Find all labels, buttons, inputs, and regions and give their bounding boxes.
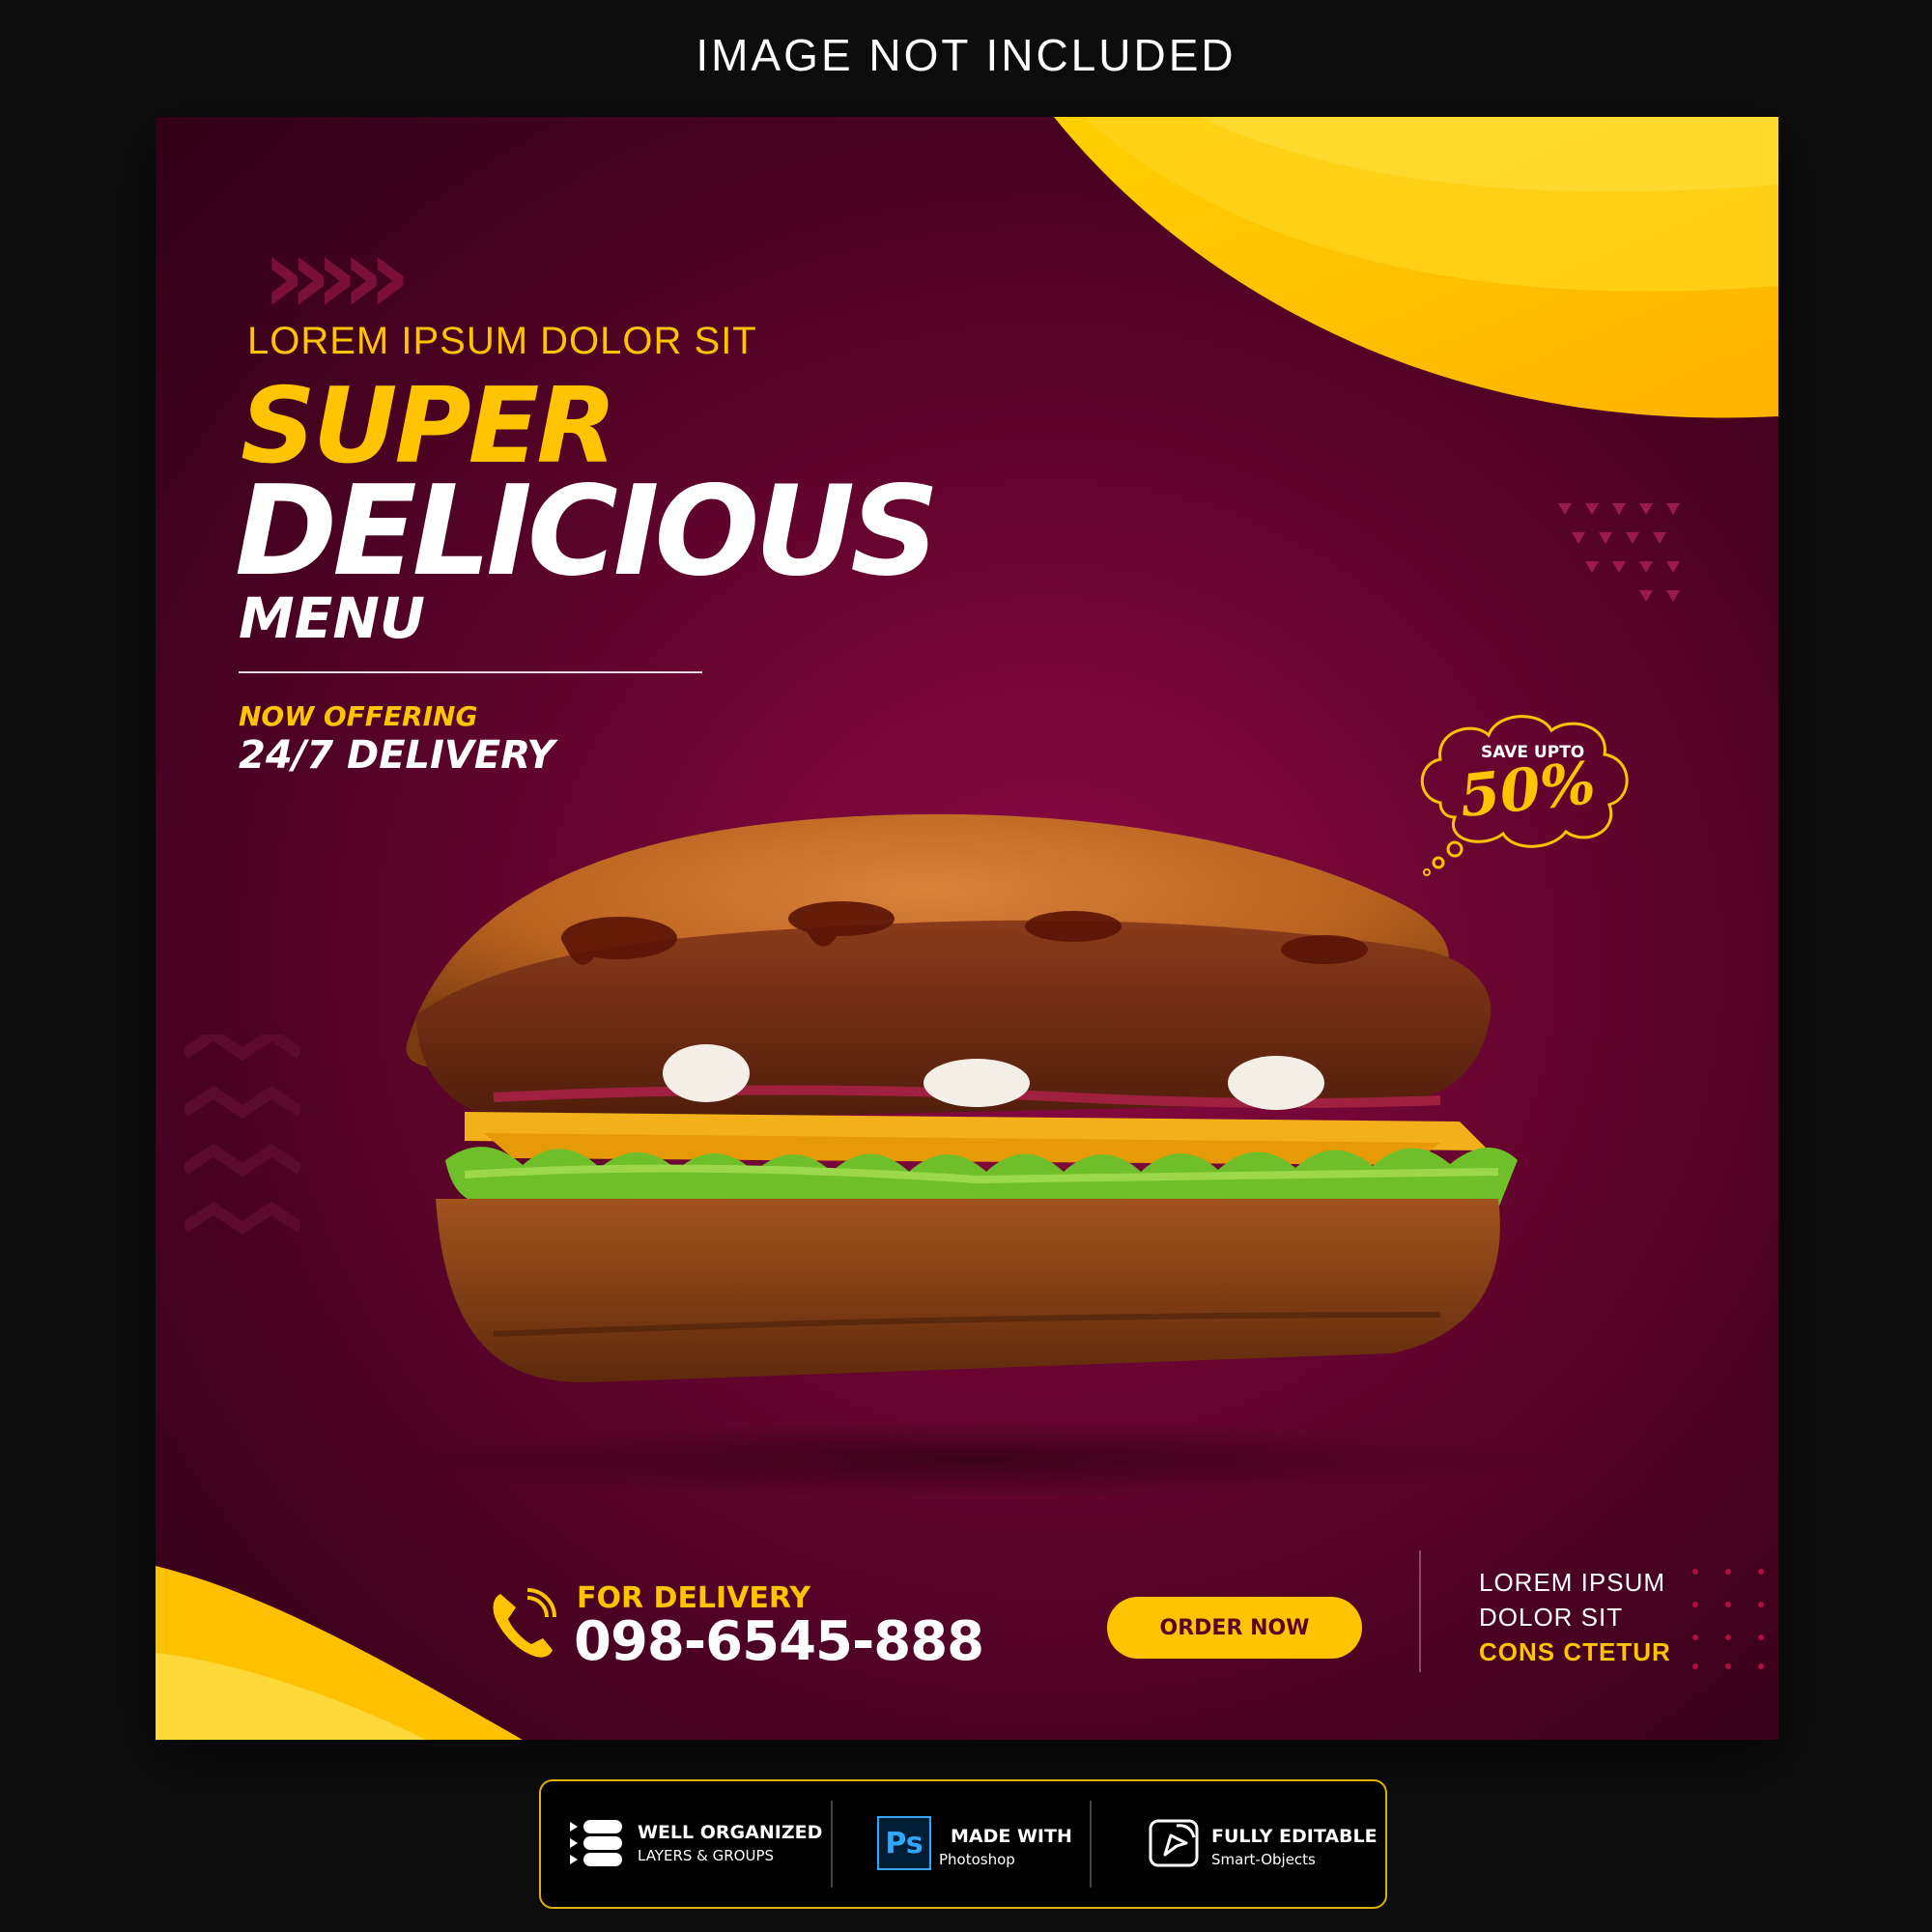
feature-divider bbox=[1090, 1801, 1092, 1888]
sandwich-image bbox=[397, 813, 1556, 1498]
headline-menu: MENU bbox=[239, 585, 425, 651]
layers-icon bbox=[570, 1820, 622, 1866]
eyebrow-text: LOREM IPSUM DOLOR SIT bbox=[247, 320, 757, 362]
vertical-divider bbox=[1419, 1550, 1421, 1672]
phone-number[interactable]: 098-6545-888 bbox=[574, 1610, 984, 1673]
feature-subtitle-2: Photoshop bbox=[939, 1851, 1015, 1868]
feature-divider bbox=[831, 1801, 833, 1888]
photoshop-icon: Ps bbox=[877, 1816, 931, 1870]
promo-poster: ››››› LOREM IPSUM DOLOR SIT SUPER DELICI… bbox=[156, 117, 1778, 1740]
chevron-decoration-icon: ››››› bbox=[262, 213, 412, 337]
triangle-pattern-icon bbox=[1558, 503, 1680, 602]
headline-delicious: DELICIOUS bbox=[235, 460, 939, 604]
offer-text: 24/7 DELIVERY bbox=[239, 733, 555, 778]
page-title: IMAGE NOT INCLUDED bbox=[696, 30, 1236, 80]
offer-label: NOW OFFERING bbox=[239, 700, 478, 732]
feature-title-1: WELL ORGANIZED bbox=[638, 1822, 823, 1843]
feature-title-2: MADE WITH bbox=[951, 1826, 1072, 1847]
zigzag-decoration-icon bbox=[185, 1035, 300, 1236]
order-now-button[interactable]: ORDER NOW bbox=[1107, 1597, 1362, 1659]
feature-title-3: FULLY EDITABLE bbox=[1211, 1826, 1378, 1847]
phone-icon bbox=[493, 1588, 556, 1658]
divider bbox=[239, 671, 702, 673]
smart-object-icon bbox=[1149, 1819, 1199, 1867]
features-bar: WELL ORGANIZED LAYERS & GROUPS Ps MADE W… bbox=[539, 1779, 1387, 1909]
side-text-line-3: CONS CTETUR bbox=[1479, 1637, 1671, 1666]
dot-grid-icon bbox=[1692, 1569, 1764, 1669]
feature-subtitle-3: Smart-Objects bbox=[1211, 1851, 1316, 1868]
side-text-line-1: LOREM IPSUM bbox=[1479, 1568, 1666, 1597]
side-text-line-2: DOLOR SIT bbox=[1479, 1603, 1624, 1632]
feature-subtitle-1: LAYERS & GROUPS bbox=[638, 1847, 775, 1864]
